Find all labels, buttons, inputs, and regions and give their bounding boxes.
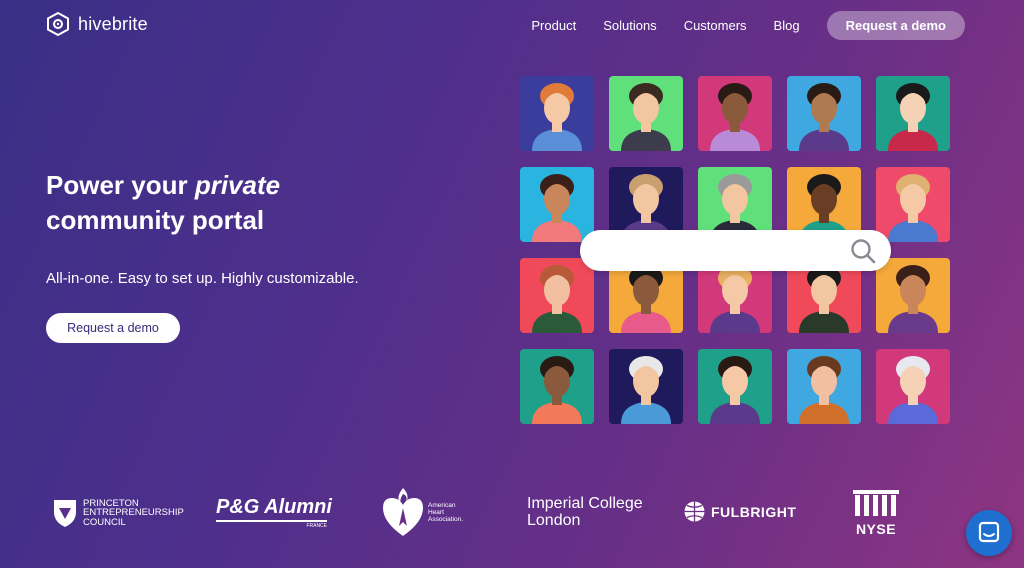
person-avatar-icon [609,349,683,424]
headline-line-2: community portal [46,205,265,235]
person-avatar-icon [876,76,950,151]
member-avatar [520,258,594,333]
imperial-college-logo: Imperial College London [527,495,643,529]
person-avatar-icon [876,258,950,333]
hivebrite-logo-icon [47,12,69,36]
pg-alumni-sub: FRANCE [216,520,327,530]
header-request-demo-button[interactable]: Request a demo [826,11,965,40]
person-avatar-icon [520,349,594,424]
member-avatar [876,167,950,242]
princeton-logo: PRINCETON ENTREPRENEURSHIP COUNCIL [53,498,184,528]
member-avatar [609,349,683,424]
fulbright-text: FULBRIGHT [711,503,797,520]
member-avatar [698,76,772,151]
member-avatar [520,167,594,242]
aha-line-1: American [428,501,456,509]
member-avatar [787,349,861,424]
search-icon [851,239,876,264]
member-avatar [787,76,861,151]
person-avatar-icon [698,76,772,151]
aha-line-3: Association. [428,515,464,523]
globe-icon [684,501,705,522]
person-avatar-icon [520,258,594,333]
member-avatar [520,76,594,151]
brand-name: hivebrite [78,13,148,34]
nav-link-solutions[interactable]: Solutions [603,12,656,40]
chat-icon [978,521,1000,543]
imperial-line-1: Imperial College [527,495,643,512]
nav-link-product[interactable]: Product [531,12,576,40]
fulbright-logo: FULBRIGHT [684,501,796,522]
nav-link-blog[interactable]: Blog [774,12,800,40]
hero-request-demo-button[interactable]: Request a demo [46,313,180,343]
nyse-logo: NYSE [853,490,899,537]
nav-link-customers[interactable]: Customers [684,12,747,40]
aha-line-2: Heart [428,508,444,516]
princeton-line-3: COUNCIL [83,516,126,528]
imperial-line-2: London [527,512,581,529]
member-search-bar [580,230,891,271]
person-avatar-icon [876,349,950,424]
nyse-columns-icon [853,490,899,516]
person-avatar-icon [698,349,772,424]
hero-headline: Power your private community portal [46,168,280,238]
chat-launcher-button[interactable] [966,510,1012,556]
member-avatar [520,349,594,424]
customer-logos: PRINCETON ENTREPRENEURSHIP COUNCIL P&G A… [0,486,1024,538]
brand-logo[interactable]: hivebrite [46,12,148,36]
headline-emphasis: private [194,170,281,200]
heart-torch-icon [383,488,423,536]
member-avatar [876,258,950,333]
main-nav: Product Solutions Customers Blog Request… [531,11,965,40]
member-avatar [876,349,950,424]
pg-alumni-logo: P&G Alumni FRANCE [216,496,332,530]
person-avatar-icon [787,76,861,151]
person-avatar-icon [520,76,594,151]
pg-alumni-text: P&G Alumni [216,496,332,518]
member-avatar [698,349,772,424]
person-avatar-icon [609,76,683,151]
nyse-text: NYSE [855,521,897,537]
hero-subtitle: All-in-one. Easy to set up. Highly custo… [46,270,359,287]
headline-text: Power your [46,170,195,200]
person-avatar-icon [520,167,594,242]
princeton-shield-icon [54,500,76,527]
member-avatar [609,76,683,151]
aha-logo: American Heart Association. [381,486,463,538]
member-avatar [876,76,950,151]
person-avatar-icon [787,349,861,424]
person-avatar-icon [876,167,950,242]
